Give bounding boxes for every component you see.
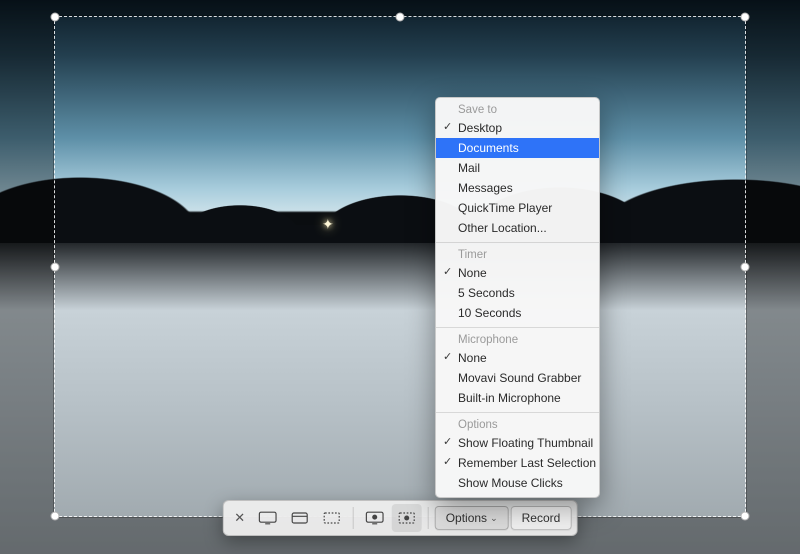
menu-separator	[436, 412, 599, 413]
menu-item[interactable]: Built-in Microphone	[436, 388, 599, 408]
record-selection-button[interactable]	[392, 504, 422, 532]
menu-item[interactable]: Messages	[436, 178, 599, 198]
desktop-wallpaper	[0, 0, 800, 554]
menu-item[interactable]: Movavi Sound Grabber	[436, 368, 599, 388]
wallpaper-sunstar: ✦	[322, 216, 334, 233]
capture-selection-button[interactable]	[317, 504, 347, 532]
record-button-label: Record	[522, 511, 561, 525]
toolbar-separator	[428, 507, 429, 529]
selection-dim	[54, 0, 746, 16]
selection-dim	[0, 0, 54, 554]
options-button-label: Options	[446, 511, 487, 525]
capture-window-button[interactable]	[285, 504, 315, 532]
menu-item[interactable]: Mail	[436, 158, 599, 178]
menu-item[interactable]: 5 Seconds	[436, 283, 599, 303]
selection-icon	[322, 510, 342, 526]
menu-item[interactable]: None	[436, 348, 599, 368]
options-button[interactable]: Options ⌄	[435, 506, 509, 530]
selection-record-icon	[397, 510, 417, 526]
record-button[interactable]: Record	[511, 506, 572, 530]
menu-item[interactable]: 10 Seconds	[436, 303, 599, 323]
menu-section-header: Options	[436, 417, 599, 433]
window-icon	[290, 510, 310, 526]
capture-entire-screen-button[interactable]	[253, 504, 283, 532]
options-menu: Save toDesktopDocumentsMailMessagesQuick…	[435, 97, 600, 498]
menu-item[interactable]: Desktop	[436, 118, 599, 138]
menu-item[interactable]: Other Location...	[436, 218, 599, 238]
record-entire-screen-button[interactable]	[360, 504, 390, 532]
menu-separator	[436, 242, 599, 243]
menu-section-header: Save to	[436, 102, 599, 118]
wallpaper-mountain-base	[0, 225, 800, 243]
menu-separator	[436, 327, 599, 328]
menu-item[interactable]: None	[436, 263, 599, 283]
menu-item[interactable]: Remember Last Selection	[436, 453, 599, 473]
menu-item[interactable]: Show Floating Thumbnail	[436, 433, 599, 453]
toolbar-separator	[353, 507, 354, 529]
selection-dim	[746, 0, 800, 554]
screenshot-toolbar: ✕ Options ⌄ Rec	[223, 500, 578, 536]
menu-item[interactable]: QuickTime Player	[436, 198, 599, 218]
menu-item[interactable]: Show Mouse Clicks	[436, 473, 599, 493]
screen-record-icon	[365, 510, 385, 526]
menu-section-header: Microphone	[436, 332, 599, 348]
chevron-down-icon: ⌄	[490, 513, 498, 524]
screen-icon	[258, 510, 278, 526]
close-icon: ✕	[234, 510, 245, 526]
menu-item[interactable]: Documents	[436, 138, 599, 158]
menu-section-header: Timer	[436, 247, 599, 263]
close-button[interactable]: ✕	[229, 504, 251, 532]
